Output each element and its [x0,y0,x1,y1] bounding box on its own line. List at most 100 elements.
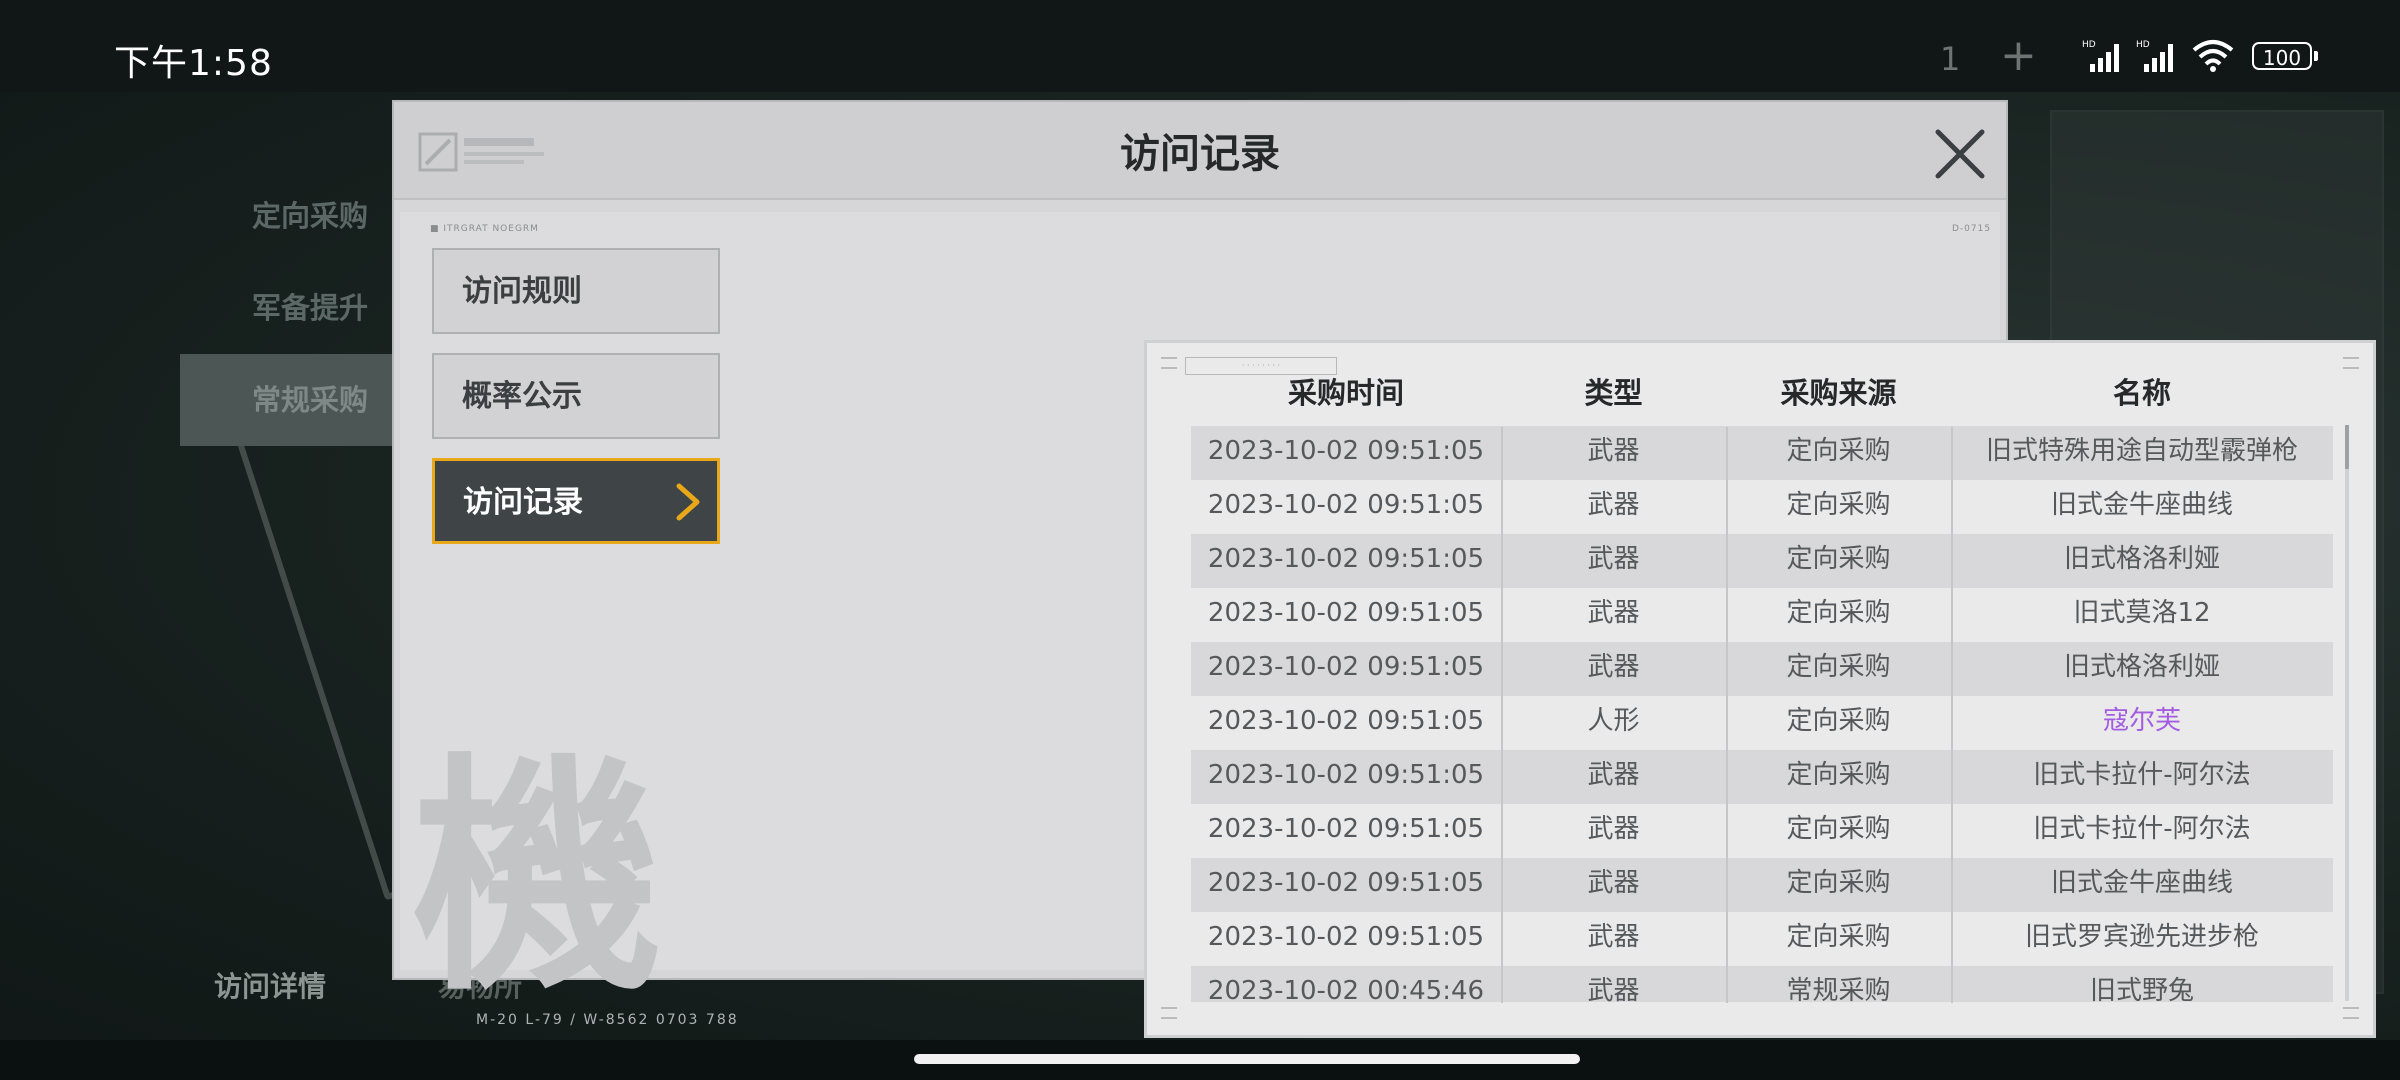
cell-source: 定向采购 [1786,544,1891,574]
corner-mark [1161,357,1177,369]
cell-name: 旧式格洛利娅 [2063,652,2220,682]
cell-source: 定向采购 [1786,652,1891,682]
resource-count: 1 [1940,40,1961,78]
wifi-icon [2192,40,2234,72]
cell-source: 定向采购 [1786,922,1891,952]
close-icon[interactable] [1930,124,1990,184]
cell-source: 定向采购 [1786,490,1891,520]
battery-icon: 100 [2252,42,2312,70]
cell-source: 定向采购 [1786,814,1891,844]
cell-type: 武器 [1587,760,1640,790]
cell-type: 武器 [1587,490,1640,520]
cell-name: 旧式金牛座曲线 [2050,868,2233,898]
cell-time: 2023-10-02 09:51:05 [1207,706,1485,736]
table-body[interactable]: 2023-10-02 09:51:05 武器 定向采购 旧式特殊用途自动型霰弹枪 202… [1191,426,2333,1002]
cell-source: 定向采购 [1786,598,1891,628]
tab-access-rules[interactable]: 访问规则 [432,248,720,334]
cell-name: 旧式卡拉什-阿尔法 [2033,814,2251,844]
signal-icon: HD [2082,40,2119,72]
cell-time: 2023-10-02 09:51:05 [1207,490,1485,520]
tab-access-record[interactable]: 访问记录 [432,458,720,544]
scrollbar[interactable] [2345,425,2349,1001]
dialog-title: 访问记录 [1120,131,1280,177]
table-row: 2023-10-02 09:51:05 武器 定向采购 旧式格洛利娅 [1191,534,2333,588]
home-indicator[interactable] [914,1054,1580,1064]
column-header-time: 采购时间 [1287,376,1404,410]
table-row: 2023-10-02 09:51:05 武器 定向采购 旧式金牛座曲线 [1191,858,2333,912]
table-header: 采购时间 类型 采购来源 名称 [1169,371,2309,415]
column-divider [1501,427,1503,1003]
micro-label-left: ■ ITRGRAT NOEGRM [430,224,539,234]
cell-source: 常规采购 [1786,976,1891,1002]
chevron-right-icon [676,483,700,521]
cell-type: 武器 [1587,814,1640,844]
cell-name: 旧式莫洛12 [2073,598,2211,628]
tab-label: 访问规则 [462,274,582,309]
table-row: 2023-10-02 09:51:05 武器 定向采购 旧式莫洛12 [1191,588,2333,642]
watermark-code: M-20 L-79 / W-8562 0703 788 [476,1012,739,1028]
dialog-header: 访问记录 [394,102,2006,200]
cell-type: 武器 [1587,598,1640,628]
table-row: 2023-10-02 00:45:46 武器 常规采购 旧式野兔 [1191,966,2333,1002]
cell-name: 旧式卡拉什-阿尔法 [2033,760,2251,790]
tab-probability[interactable]: 概率公示 [432,353,720,439]
table-row: 2023-10-02 09:51:05 人形 定向采购 寇尔芙 [1191,696,2333,750]
access-details-label[interactable]: 访问详情 [214,965,326,1005]
cell-time: 2023-10-02 09:51:05 [1207,652,1485,682]
cell-type: 武器 [1587,436,1640,466]
cell-time: 2023-10-02 09:51:05 [1207,544,1485,574]
table-row: 2023-10-02 09:51:05 武器 定向采购 旧式特殊用途自动型霰弹枪 [1191,426,2333,480]
cell-time: 2023-10-02 09:51:05 [1207,598,1485,628]
column-header-name: 名称 [2112,376,2171,410]
table-row: 2023-10-02 09:51:05 武器 定向采购 旧式卡拉什-阿尔法 [1191,804,2333,858]
column-header-source: 采购来源 [1780,376,1897,410]
cell-type: 武器 [1587,652,1640,682]
cell-name: 旧式罗宾逊先进步枪 [2024,922,2259,952]
cell-time: 2023-10-02 09:51:05 [1207,814,1485,844]
micro-label-right: D-0715 [1952,224,1992,234]
cell-source: 定向采购 [1786,868,1891,898]
cell-type: 武器 [1587,922,1640,952]
cell-name: 寇尔芙 [2102,706,2181,736]
tab-label: 概率公示 [462,379,582,414]
battery-tip [2314,51,2318,61]
corner-mark [2343,357,2359,369]
svg-text:HD: HD [2136,40,2150,50]
cell-name: 旧式格洛利娅 [2063,544,2220,574]
table-row: 2023-10-02 09:51:05 武器 定向采购 旧式卡拉什-阿尔法 [1191,750,2333,804]
corner-mark [1161,1007,1177,1019]
corner-mark [2343,1007,2359,1019]
cell-time: 2023-10-02 00:45:46 [1207,976,1485,1002]
cell-source: 定向采购 [1786,706,1891,736]
table-row: 2023-10-02 09:51:05 武器 定向采购 旧式罗宾逊先进步枪 [1191,912,2333,966]
cell-name: 旧式金牛座曲线 [2050,490,2233,520]
clock: 下午1:58 [114,43,273,84]
scrollbar-thumb[interactable] [2345,425,2349,469]
status-bar [0,0,2400,92]
table-row: 2023-10-02 09:51:05 武器 定向采购 旧式格洛利娅 [1191,642,2333,696]
column-divider [1726,427,1728,1003]
tab-label: 访问记录 [463,485,583,520]
column-divider [1951,427,1953,1003]
cell-type: 武器 [1587,976,1640,1002]
dialog-nav: 访问规则 概率公示 访问记录 [432,248,720,563]
cell-time: 2023-10-02 09:51:05 [1207,436,1485,466]
svg-text:HD: HD [2082,40,2096,50]
cell-time: 2023-10-02 09:51:05 [1207,922,1485,952]
signal-icon-2: HD [2136,40,2173,72]
record-table: · · · · · · · · 采购时间 类型 采购来源 名称 2023-10-… [1144,340,2376,1038]
cell-time: 2023-10-02 09:51:05 [1207,868,1485,898]
table-row: 2023-10-02 09:51:05 武器 定向采购 旧式金牛座曲线 [1191,480,2333,534]
cell-type: 人形 [1587,706,1640,736]
column-header-type: 类型 [1584,376,1643,410]
cell-name: 旧式特殊用途自动型霰弹枪 [1985,436,2298,466]
access-record-dialog: 访问记录 ■ ITRGRAT NOEGRM D-0715 機 M-20 L-79… [392,100,2376,1038]
cell-source: 定向采购 [1786,436,1891,466]
add-resource-icon[interactable]: + [2000,30,2037,81]
cell-type: 武器 [1587,868,1640,898]
cell-type: 武器 [1587,544,1640,574]
cell-time: 2023-10-02 09:51:05 [1207,760,1485,790]
watermark-character: 機 [412,730,662,1024]
cell-name: 旧式野兔 [2089,976,2194,1002]
cell-source: 定向采购 [1786,760,1891,790]
